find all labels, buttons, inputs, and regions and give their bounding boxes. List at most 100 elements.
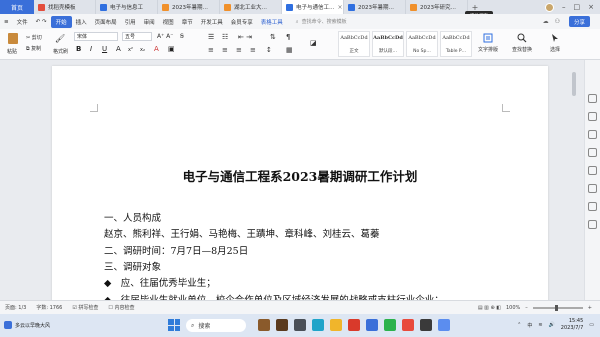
edge-icon[interactable] bbox=[312, 319, 324, 331]
char-shading-icon[interactable]: ▣ bbox=[168, 45, 175, 53]
text-layout-button[interactable]: 文字排版 bbox=[478, 33, 498, 53]
vertical-scrollbar[interactable] bbox=[571, 68, 577, 296]
align-right-icon[interactable]: ≡ bbox=[236, 46, 242, 54]
word-count[interactable]: 字数: 1766 bbox=[36, 304, 62, 311]
zoom-out-icon[interactable]: – bbox=[525, 305, 528, 311]
tab-doc-3[interactable]: 湖北工业大… bbox=[220, 0, 282, 14]
paste-icon[interactable] bbox=[8, 33, 18, 44]
copy-button[interactable]: ⧉ 复制 bbox=[26, 45, 41, 52]
style-default-paragraph[interactable]: AaBbCcDd 默认段… bbox=[372, 31, 404, 57]
indent-icon[interactable]: ⇤ ⇥ bbox=[238, 33, 252, 41]
tab-doc-active[interactable]: 电子与通信工… × bbox=[282, 0, 344, 14]
font-family-select[interactable]: 宋体 bbox=[74, 32, 118, 41]
maximize-icon[interactable]: □ bbox=[574, 3, 581, 11]
app-icon-light-blue[interactable] bbox=[438, 319, 450, 331]
wechat-icon[interactable] bbox=[384, 319, 396, 331]
tab-doc-5[interactable]: 2023年暑期… bbox=[344, 0, 406, 14]
menu-sections[interactable]: 章节 bbox=[178, 18, 197, 26]
home-tab[interactable]: 首页 bbox=[0, 0, 34, 14]
italic-icon[interactable]: I bbox=[90, 45, 92, 53]
underline-icon[interactable]: U bbox=[102, 45, 107, 53]
scrollbar-thumb[interactable] bbox=[572, 72, 576, 96]
find-replace-button[interactable]: 查找替换 bbox=[512, 33, 532, 53]
shading-icon[interactable]: ◪ bbox=[310, 39, 317, 47]
volume-icon[interactable]: 🔊 bbox=[549, 322, 555, 328]
document-canvas[interactable]: 电子与通信工程系2023暑期调研工作计划 一、人员构成 赵京、熊利祥、王行娟、马… bbox=[0, 60, 584, 306]
zoom-in-icon[interactable]: + bbox=[588, 305, 592, 311]
sidebar-image-icon[interactable] bbox=[588, 184, 597, 193]
format-painter-button[interactable]: 格式刷 bbox=[53, 48, 68, 55]
font-color-icon[interactable]: A bbox=[116, 45, 121, 53]
grow-font-icon[interactable]: A⁺ A⁻ bbox=[157, 33, 173, 40]
app-icon-red[interactable] bbox=[402, 319, 414, 331]
wps-icon[interactable] bbox=[348, 319, 360, 331]
borders-icon[interactable]: ▦ bbox=[286, 46, 293, 54]
superscript-icon[interactable]: x² bbox=[128, 47, 133, 53]
tab-doc-2[interactable]: 2023年暑期… bbox=[158, 0, 220, 14]
app-icon-photo-2[interactable] bbox=[276, 319, 288, 331]
tab-doc-6[interactable]: 2023年研究… bbox=[406, 0, 468, 14]
menu-member[interactable]: 会员专享 bbox=[227, 18, 257, 26]
bold-icon[interactable]: B bbox=[76, 45, 81, 53]
menu-file[interactable]: 文件 bbox=[13, 18, 32, 26]
spell-check[interactable]: ☑ 拼写检查 bbox=[72, 304, 98, 311]
app-icon-dark[interactable] bbox=[420, 319, 432, 331]
avatar[interactable] bbox=[545, 2, 554, 12]
document-page[interactable]: 电子与通信工程系2023暑期调研工作计划 一、人员构成 赵京、熊利祥、王行娟、马… bbox=[52, 66, 548, 306]
command-search-input[interactable]: ⌕ 查找命令、搜索模板 bbox=[293, 17, 379, 27]
close-icon[interactable]: × bbox=[338, 4, 343, 11]
line-spacing-icon[interactable]: ↕ bbox=[266, 46, 272, 54]
menu-table-tools[interactable]: 表格工具 bbox=[257, 18, 287, 26]
menu-developer[interactable]: 开发工具 bbox=[197, 18, 227, 26]
cloud-icon[interactable]: ☁ bbox=[543, 18, 549, 25]
tab-template[interactable]: 找稻壳模板 bbox=[34, 0, 96, 14]
numbering-icon[interactable]: ☷ bbox=[222, 33, 228, 41]
font-size-select[interactable]: 五号 bbox=[122, 32, 152, 41]
file-explorer-icon[interactable] bbox=[330, 319, 342, 331]
style-normal[interactable]: AaBbCcDd 正文 bbox=[338, 31, 370, 57]
subscript-icon[interactable]: x₂ bbox=[140, 47, 145, 53]
menu-insert[interactable]: 插入 bbox=[72, 18, 91, 26]
cut-button[interactable]: ✂ 剪切 bbox=[26, 34, 42, 41]
menu-icon[interactable]: ≡ bbox=[0, 19, 13, 25]
wifi-icon[interactable]: ≋ bbox=[538, 322, 542, 328]
sidebar-expand-icon[interactable] bbox=[588, 94, 597, 103]
sidebar-crop-icon[interactable] bbox=[588, 166, 597, 175]
notification-icon[interactable]: ▭ bbox=[589, 322, 594, 328]
taskbar-search[interactable]: ⌕ 搜索 bbox=[186, 319, 246, 332]
align-center-icon[interactable]: ≡ bbox=[222, 46, 228, 54]
bullets-icon[interactable]: ☰ bbox=[208, 33, 214, 41]
sidebar-share-icon[interactable] bbox=[588, 220, 597, 229]
zoom-slider[interactable] bbox=[532, 304, 583, 311]
share-button[interactable]: 分享 bbox=[568, 16, 590, 27]
menu-layout[interactable]: 页面布局 bbox=[91, 18, 121, 26]
select-button[interactable]: 选择 bbox=[550, 33, 560, 53]
task-view-icon[interactable] bbox=[294, 319, 306, 331]
sidebar-cursor-icon[interactable] bbox=[588, 112, 597, 121]
content-check[interactable]: ☐ 内容检查 bbox=[108, 304, 134, 311]
menu-view[interactable]: 视图 bbox=[159, 18, 178, 26]
minimize-icon[interactable]: – bbox=[562, 3, 566, 11]
show-marks-icon[interactable]: ¶ bbox=[286, 33, 290, 41]
chevron-up-icon[interactable]: ⌃ bbox=[517, 322, 521, 328]
align-left-icon[interactable]: ≡ bbox=[208, 46, 214, 54]
sidebar-settings-icon[interactable] bbox=[588, 148, 597, 157]
menu-review[interactable]: 审阅 bbox=[140, 18, 159, 26]
menu-undo-icons[interactable]: ↶ ↷ bbox=[32, 19, 51, 25]
page-count[interactable]: 页面: 1/3 bbox=[5, 304, 26, 311]
tab-doc-1[interactable]: 电子与信息工 bbox=[96, 0, 158, 14]
zoom-slider-knob[interactable] bbox=[554, 304, 558, 311]
app-icon-blue[interactable] bbox=[366, 319, 378, 331]
sidebar-style-icon[interactable] bbox=[588, 130, 597, 139]
sidebar-location-icon[interactable] bbox=[588, 202, 597, 211]
menu-references[interactable]: 引用 bbox=[121, 18, 140, 26]
style-table-paragraph[interactable]: AaBbCcDd Table P… bbox=[440, 31, 472, 57]
windows-start-icon[interactable] bbox=[168, 319, 180, 331]
highlight-icon[interactable]: A bbox=[154, 45, 159, 53]
menu-home[interactable]: 开始 bbox=[50, 15, 72, 28]
style-no-spacing[interactable]: AaBbCcDd No Sp… bbox=[406, 31, 438, 57]
collaborate-icon[interactable]: ⚇ bbox=[555, 18, 560, 25]
language-indicator[interactable]: 中 bbox=[527, 322, 532, 329]
weather-widget[interactable]: 多云以早晚大风 bbox=[4, 321, 50, 329]
view-mode-icons[interactable]: ▤ ▥ ⊕ ◧ bbox=[478, 305, 501, 311]
